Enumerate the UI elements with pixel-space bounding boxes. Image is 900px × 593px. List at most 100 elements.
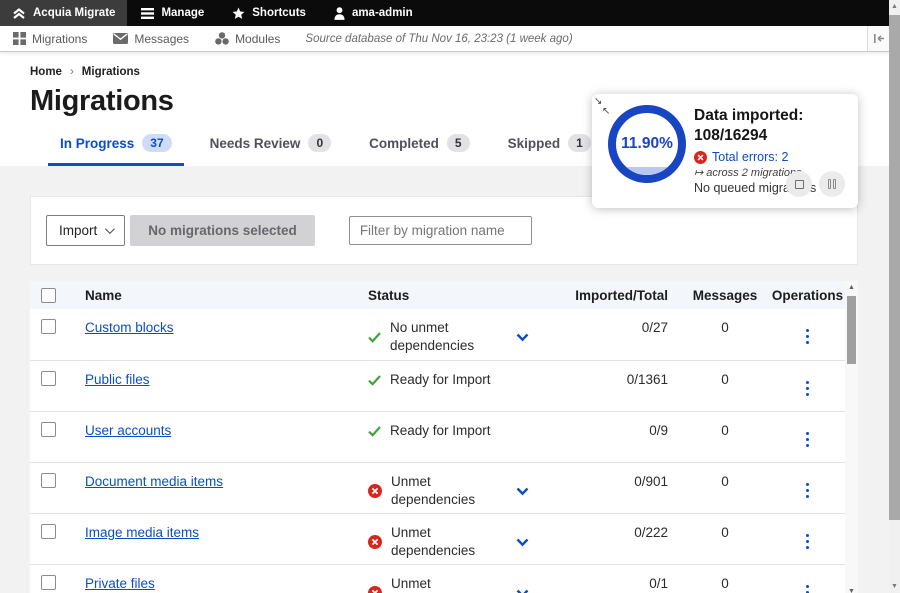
admin-bar: Acquia Migrate Manage Shortcuts ama-admi…: [0, 0, 889, 26]
migration-name-link[interactable]: Image media items: [85, 525, 199, 540]
scroll-down-arrow-icon[interactable]: ▼: [845, 588, 858, 593]
stop-import-button[interactable]: [786, 171, 812, 197]
import-dropdown-button[interactable]: Import: [46, 215, 125, 246]
row-checkbox[interactable]: [41, 422, 56, 437]
column-header-imported-total: Imported/Total: [545, 288, 680, 303]
row-checkbox[interactable]: [41, 371, 56, 386]
tab-count-badge: 37: [142, 134, 171, 152]
pause-import-button[interactable]: [819, 171, 845, 197]
kebab-menu-icon[interactable]: [800, 327, 816, 347]
pin-left-icon: [873, 34, 885, 43]
data-imported-label: Data imported:: [694, 106, 816, 126]
scroll-up-arrow-icon[interactable]: ▲: [845, 284, 858, 291]
table-row: Image media items Unmet dependencies 0/2…: [30, 513, 845, 564]
column-header-operations: Operations: [770, 288, 845, 303]
resize-arrow-up-left-icon: ↖: [602, 107, 610, 117]
admin-menu-label: Shortcuts: [252, 7, 306, 19]
expand-chevron-icon[interactable]: [516, 333, 529, 342]
progress-ring: 11.90%: [608, 105, 686, 183]
filter-migration-input[interactable]: [349, 216, 532, 245]
modules-icon: [215, 32, 229, 45]
column-header-status: Status: [368, 288, 545, 303]
status-text: Ready for Import: [390, 422, 491, 440]
tab-label: Skipped: [508, 136, 561, 151]
collapse-toolbar-button[interactable]: [867, 26, 889, 51]
brand-acquia-migrate[interactable]: Acquia Migrate: [0, 0, 127, 26]
row-checkbox[interactable]: [41, 524, 56, 539]
breadcrumb: Home › Migrations: [30, 66, 889, 78]
messages-count: 0: [680, 371, 770, 389]
tab-label: Completed: [369, 136, 439, 151]
imported-total-value: 0/27: [545, 319, 680, 337]
hamburger-icon: [141, 8, 154, 19]
table-row: User accounts Ready for Import 0/9 0: [30, 411, 845, 462]
expand-chevron-icon[interactable]: [516, 589, 529, 593]
envelope-icon: [113, 33, 128, 44]
migration-name-link[interactable]: Custom blocks: [85, 320, 174, 335]
window-scrollbar-thumb[interactable]: [889, 15, 900, 520]
breadcrumb-separator: ›: [70, 66, 74, 78]
migration-name-link[interactable]: Public files: [85, 372, 150, 387]
toolbar-item-modules[interactable]: Modules: [202, 26, 293, 51]
tab[interactable]: Needs Review 0: [198, 134, 343, 166]
row-checkbox[interactable]: [41, 319, 56, 334]
pause-icon: [828, 179, 837, 189]
messages-count: 0: [680, 524, 770, 542]
expand-chevron-icon[interactable]: [516, 487, 529, 496]
status-text: Unmet dependencies: [391, 473, 507, 509]
double-chevron-up-icon: [12, 7, 26, 20]
admin-menu-label: Manage: [161, 7, 204, 19]
imported-total-value: 0/222: [545, 524, 680, 542]
tab[interactable]: In Progress 37: [48, 134, 184, 166]
migration-name-link[interactable]: Document media items: [85, 474, 223, 489]
kebab-menu-icon[interactable]: [800, 481, 816, 501]
status-text: Ready for Import: [390, 371, 491, 389]
migration-name-link[interactable]: User accounts: [85, 423, 171, 438]
tab-count-badge: 5: [447, 134, 470, 152]
status-check-icon: [368, 426, 381, 437]
viewport: Acquia Migrate Manage Shortcuts ama-admi…: [0, 0, 889, 593]
toolbar-item-migrations[interactable]: Migrations: [0, 26, 100, 51]
admin-menu-label: ama-admin: [352, 7, 413, 19]
selection-status-button[interactable]: No migrations selected: [130, 215, 315, 246]
expand-chevron-icon[interactable]: [516, 538, 529, 547]
messages-count: 0: [680, 422, 770, 440]
progress-percent: 11.90%: [621, 135, 673, 153]
brand-label: Acquia Migrate: [33, 7, 115, 19]
tab[interactable]: Skipped 1: [496, 134, 603, 166]
imported-total-value: 0/1361: [545, 371, 680, 389]
messages-count: 0: [680, 473, 770, 491]
total-errors-link[interactable]: Total errors: 2: [712, 150, 788, 164]
kebab-menu-icon[interactable]: [800, 583, 816, 593]
kebab-menu-icon[interactable]: [800, 532, 816, 552]
migration-name-link[interactable]: Private files: [85, 576, 155, 591]
window-scrollbar[interactable]: ▲ ▼: [889, 0, 900, 593]
row-checkbox[interactable]: [41, 575, 56, 590]
admin-menu-user[interactable]: ama-admin: [320, 0, 427, 26]
toolbar-item-messages[interactable]: Messages: [100, 26, 202, 51]
error-icon: [694, 151, 707, 164]
admin-menu-manage[interactable]: Manage: [127, 0, 218, 26]
import-button-label: Import: [59, 223, 97, 238]
row-checkbox[interactable]: [41, 473, 56, 488]
star-icon: [232, 7, 245, 20]
toolbar-item-label: Messages: [134, 32, 189, 46]
breadcrumb-home[interactable]: Home: [30, 66, 62, 78]
scroll-up-arrow-icon[interactable]: ▲: [889, 3, 900, 10]
table-scrollbar-thumb[interactable]: [847, 296, 856, 364]
breadcrumb-migrations[interactable]: Migrations: [82, 66, 140, 78]
table-scrollbar[interactable]: ▲ ▼: [845, 281, 858, 593]
kebab-menu-icon[interactable]: [800, 379, 816, 399]
scroll-down-arrow-icon[interactable]: ▼: [889, 583, 900, 590]
column-header-messages: Messages: [680, 288, 770, 303]
table-row: Private files Unmet dependencies 0/1 0: [30, 564, 845, 593]
kebab-menu-icon[interactable]: [800, 430, 816, 450]
data-imported-count: 108/16294: [694, 126, 816, 146]
stop-icon: [795, 180, 804, 189]
secondary-toolbar: Migrations Messages Modules Source datab…: [0, 26, 889, 52]
import-progress-card: ↘ ↖ 11.90% Data imported: 108/16294 Tota…: [592, 94, 858, 208]
admin-menu-shortcuts[interactable]: Shortcuts: [218, 0, 320, 26]
status-check-icon: [368, 375, 381, 386]
tab[interactable]: Completed 5: [357, 134, 481, 166]
select-all-checkbox[interactable]: [41, 288, 56, 303]
